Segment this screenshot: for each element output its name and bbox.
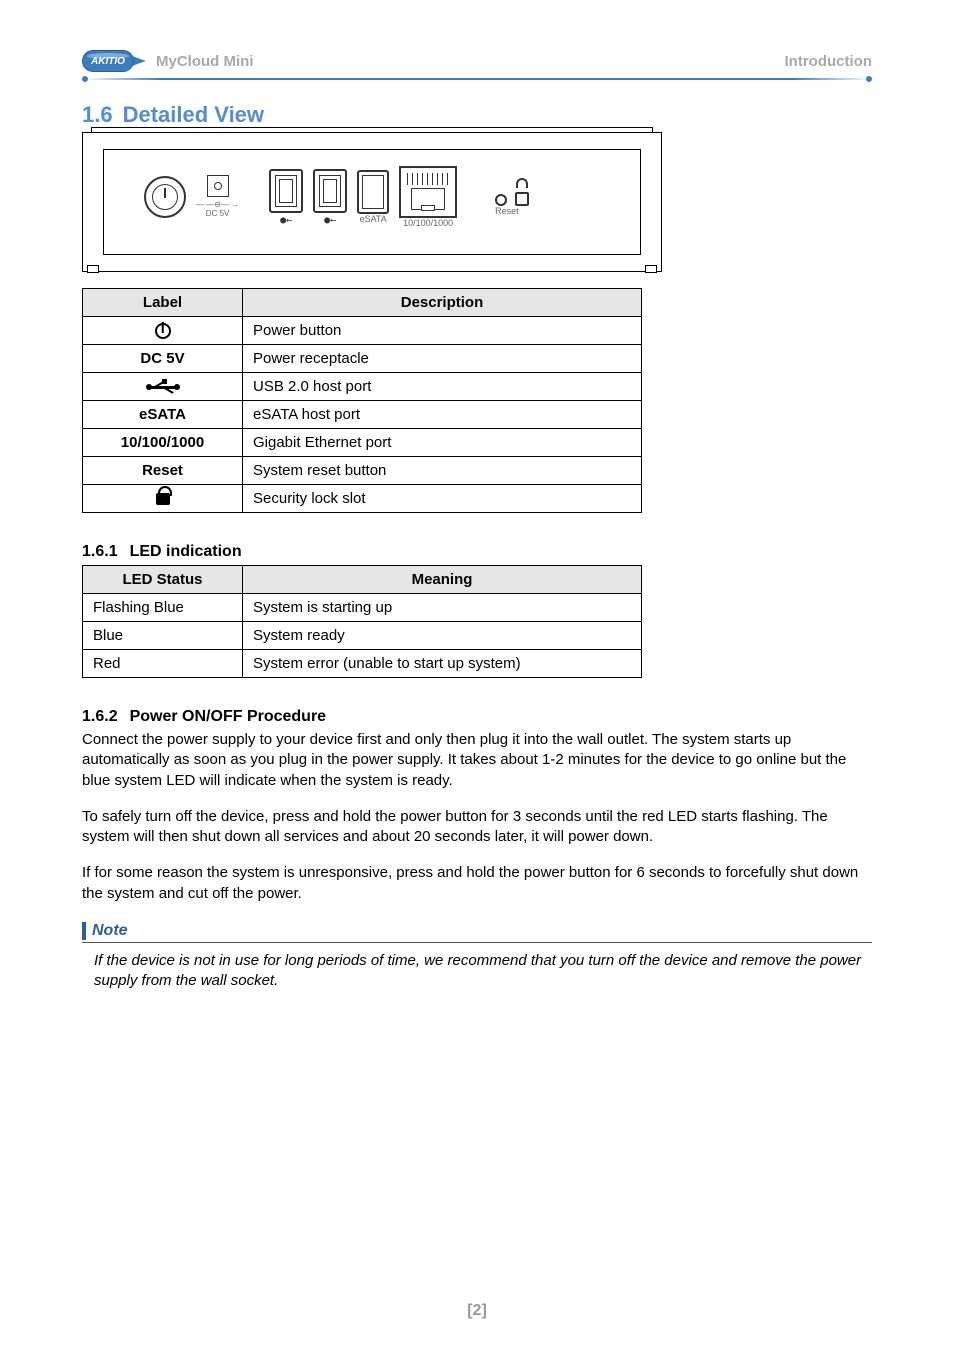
dc-polarity-label: — —⊖— → bbox=[196, 200, 239, 209]
table-header-description: Description bbox=[243, 289, 642, 317]
subsection-power: 1.6.2 Power ON/OFF Procedure Connect the … bbox=[82, 708, 872, 991]
cell-status: Blue bbox=[83, 622, 243, 650]
note-divider bbox=[82, 942, 872, 943]
paragraph: To safely turn off the device, press and… bbox=[82, 807, 872, 848]
header-rule bbox=[82, 78, 872, 80]
paragraph: Connect the power supply to your device … bbox=[82, 730, 872, 791]
table-row: Power button bbox=[83, 317, 642, 345]
reset-lock-icons: Reset bbox=[495, 178, 529, 216]
cell-desc: Power receptacle bbox=[243, 345, 642, 373]
page-header: AKITIO MyCloud Mini Introduction bbox=[82, 50, 872, 72]
section-number: 1.6 bbox=[82, 102, 113, 127]
usb-port-2-icon: ●← bbox=[313, 169, 347, 226]
brand-logo: AKITIO bbox=[82, 50, 134, 72]
table-row: 10/100/1000 Gigabit Ethernet port bbox=[83, 429, 642, 457]
cell-meaning: System is starting up bbox=[243, 594, 642, 622]
dc-jack-icon: — —⊖— →DC 5V bbox=[196, 175, 239, 219]
product-name: MyCloud Mini bbox=[156, 53, 254, 70]
table-row: Security lock slot bbox=[83, 485, 642, 513]
label-description-table: Label Description Power button DC 5V Pow… bbox=[82, 288, 642, 513]
section-breadcrumb: Introduction bbox=[785, 53, 872, 70]
cell-desc: USB 2.0 host port bbox=[243, 373, 642, 401]
table-row: USB 2.0 host port bbox=[83, 373, 642, 401]
led-table: LED Status Meaning Flashing Blue System … bbox=[82, 565, 642, 678]
subsection-title: Power ON/OFF Procedure bbox=[130, 708, 326, 725]
subsection-title: LED indication bbox=[130, 543, 242, 560]
page-number: [2] bbox=[467, 1302, 487, 1320]
logo-triangle-icon bbox=[132, 56, 146, 66]
cell-desc: eSATA host port bbox=[243, 401, 642, 429]
subsection-led: 1.6.1 LED indication LED Status Meaning F… bbox=[82, 543, 872, 678]
table-row: Flashing Blue System is starting up bbox=[83, 594, 642, 622]
ethernet-port-icon: 10/100/1000 bbox=[399, 166, 457, 228]
brand-logo-text: AKITIO bbox=[91, 56, 125, 67]
cell-desc: Gigabit Ethernet port bbox=[243, 429, 642, 457]
esata-label: eSATA bbox=[357, 214, 389, 224]
rear-panel-diagram: — —⊖— →DC 5V ●← ●← eSATA 10/100/1000 Res… bbox=[82, 132, 662, 272]
power-icon bbox=[83, 317, 243, 345]
esata-port-icon: eSATA bbox=[357, 170, 389, 224]
led-header-meaning: Meaning bbox=[243, 566, 642, 594]
power-button-icon bbox=[144, 176, 186, 218]
note-text: If the device is not in use for long per… bbox=[82, 951, 872, 992]
reset-label: Reset bbox=[495, 206, 529, 216]
logo-area: AKITIO MyCloud Mini bbox=[82, 50, 254, 72]
table-row: Reset System reset button bbox=[83, 457, 642, 485]
ethernet-label: 10/100/1000 bbox=[399, 218, 457, 228]
cell-label: Reset bbox=[83, 457, 243, 485]
usb-port-1-icon: ●← bbox=[269, 169, 303, 226]
subsection-number: 1.6.2 bbox=[82, 708, 118, 725]
paragraph: If for some reason the system is unrespo… bbox=[82, 863, 872, 904]
reset-hole-icon bbox=[495, 194, 507, 206]
subsection-number: 1.6.1 bbox=[82, 543, 118, 560]
section-heading: Detailed View bbox=[123, 102, 264, 127]
cell-label: eSATA bbox=[83, 401, 243, 429]
cell-label: 10/100/1000 bbox=[83, 429, 243, 457]
cell-label: DC 5V bbox=[83, 345, 243, 373]
dc-voltage-label: DC 5V bbox=[206, 209, 230, 218]
cell-status: Flashing Blue bbox=[83, 594, 243, 622]
cell-desc: System reset button bbox=[243, 457, 642, 485]
section-title: 1.6 Detailed View bbox=[82, 102, 872, 128]
table-row: Blue System ready bbox=[83, 622, 642, 650]
table-row: eSATA eSATA host port bbox=[83, 401, 642, 429]
lock-slot-icon bbox=[515, 192, 529, 206]
cell-desc: Power button bbox=[243, 317, 642, 345]
cell-meaning: System ready bbox=[243, 622, 642, 650]
table-row: Red System error (unable to start up sys… bbox=[83, 650, 642, 678]
usb-icon bbox=[83, 373, 243, 401]
cell-desc: Security lock slot bbox=[243, 485, 642, 513]
lock-icon bbox=[83, 485, 243, 513]
note-label: Note bbox=[82, 922, 872, 940]
table-header-label: Label bbox=[83, 289, 243, 317]
cell-status: Red bbox=[83, 650, 243, 678]
led-header-status: LED Status bbox=[83, 566, 243, 594]
table-row: DC 5V Power receptacle bbox=[83, 345, 642, 373]
cell-meaning: System error (unable to start up system) bbox=[243, 650, 642, 678]
